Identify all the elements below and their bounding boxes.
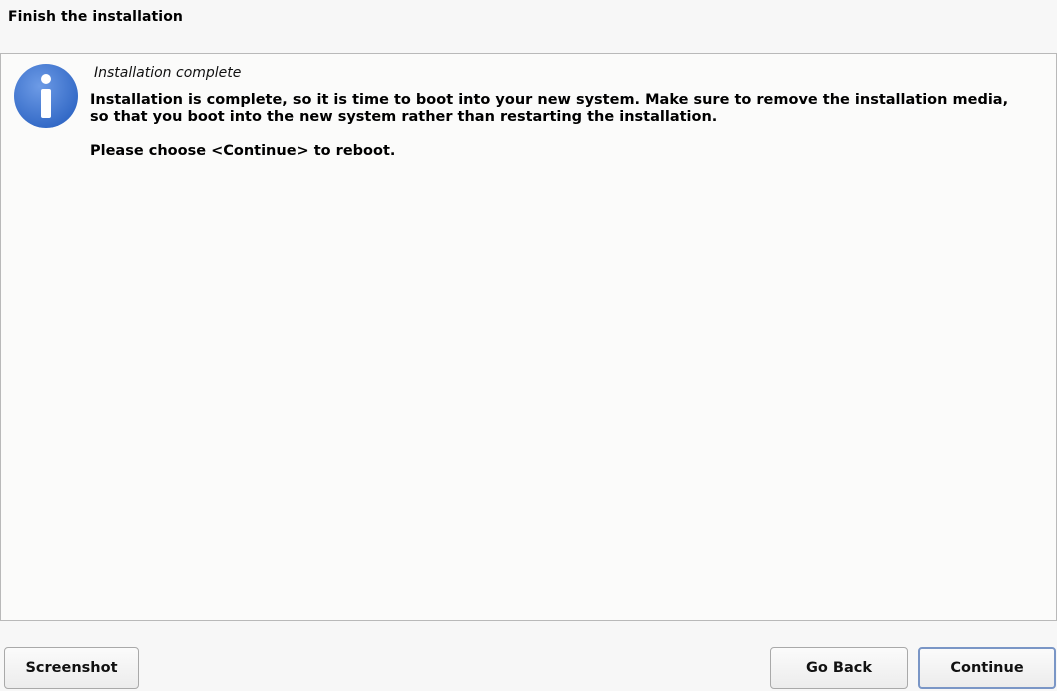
message-text: Installation is complete, so it is time … xyxy=(90,92,1009,125)
page-title: Finish the installation xyxy=(8,9,183,25)
content-panel: Installation complete Installation is co… xyxy=(0,53,1057,621)
info-icon xyxy=(14,64,78,128)
go-back-button[interactable]: Go Back xyxy=(770,647,908,689)
screenshot-button[interactable]: Screenshot xyxy=(4,647,139,689)
message-body: Installation is complete, so it is time … xyxy=(90,92,1010,160)
reboot-instruction: Please choose <Continue> to reboot. xyxy=(90,143,396,159)
message-heading: Installation complete xyxy=(94,65,242,81)
continue-button[interactable]: Continue xyxy=(918,647,1056,689)
